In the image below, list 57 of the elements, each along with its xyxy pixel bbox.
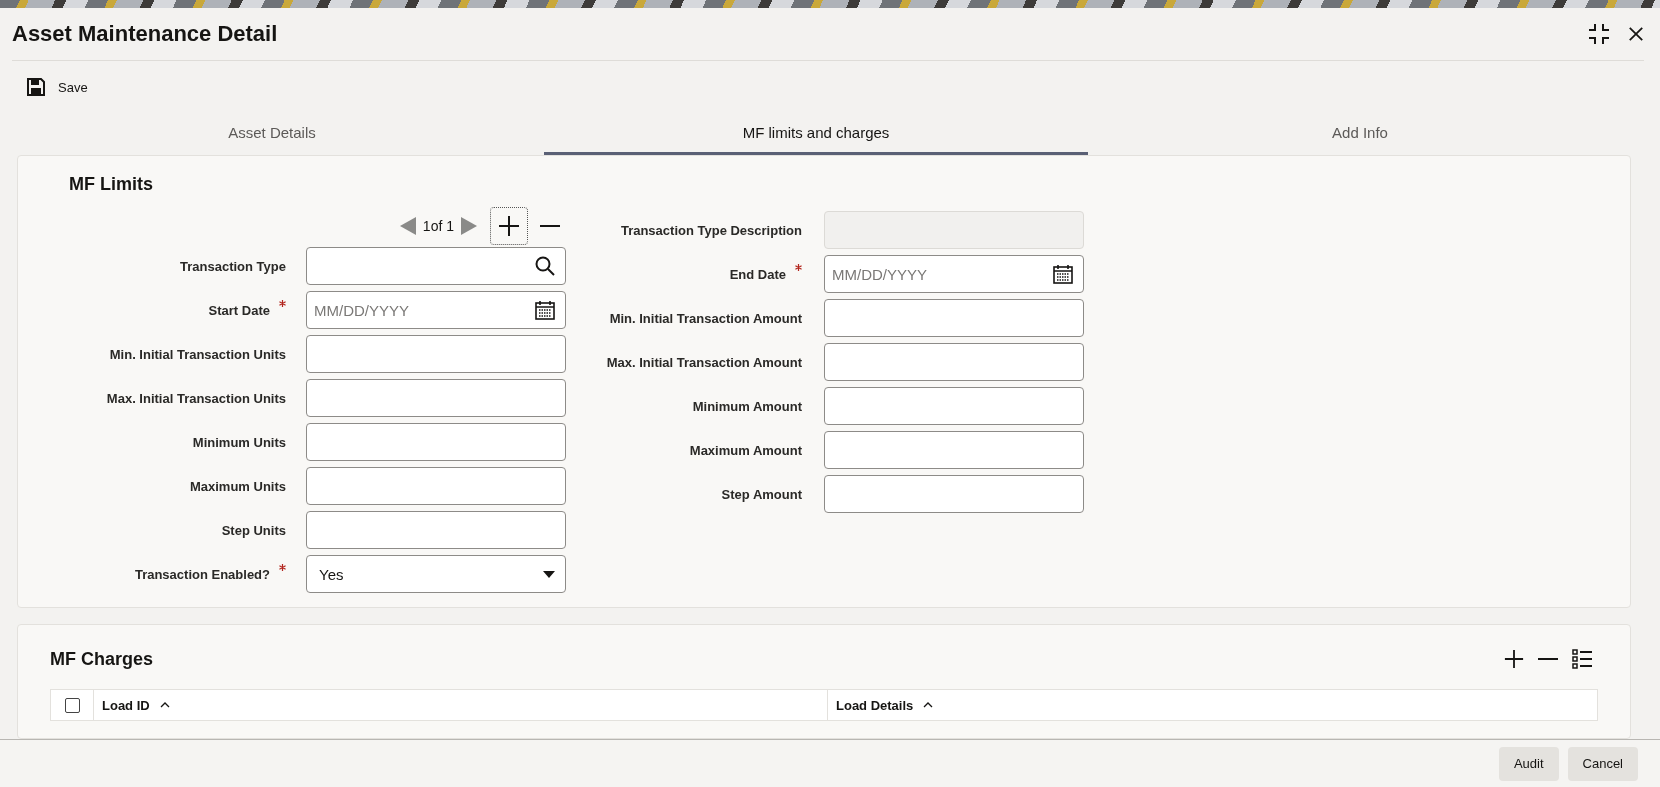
list-icon[interactable] (1572, 649, 1592, 669)
section-title: MF Limits (69, 174, 154, 195)
field-label: Max. Initial Transaction Units (106, 390, 286, 406)
minus-icon[interactable] (1538, 657, 1558, 661)
column-header[interactable]: Load Details (836, 697, 914, 713)
input-field[interactable] (306, 511, 566, 549)
search-icon[interactable] (535, 256, 555, 276)
input-field[interactable] (824, 299, 1084, 337)
footer-button[interactable]: Cancel (1567, 746, 1638, 781)
save-icon (26, 77, 46, 97)
page-counter: 1of 1 (422, 218, 454, 234)
field-label: Minimum Units (192, 434, 286, 450)
input-field[interactable] (306, 335, 566, 373)
field-label: Max. Initial Transaction Amount (606, 354, 802, 370)
input-field[interactable] (306, 379, 566, 417)
input-field[interactable] (306, 467, 566, 505)
field-label: Maximum Units (189, 478, 286, 494)
field-label: Start Date (208, 302, 270, 318)
select-all-checkbox[interactable] (64, 697, 80, 713)
next-icon[interactable] (460, 216, 478, 236)
previous-icon[interactable] (398, 216, 417, 236)
field-label: Transaction Type Description (620, 222, 802, 238)
field-label: Min. Initial Transaction Units (109, 346, 286, 362)
input-field[interactable] (824, 343, 1084, 381)
close-icon[interactable] (1628, 26, 1644, 42)
field-label: Min. Initial Transaction Amount (609, 310, 802, 326)
field-label: Step Units (221, 522, 286, 538)
input-field[interactable]: MM/DD/YYYY (824, 255, 1084, 293)
dropdown-caret-icon[interactable] (543, 570, 555, 578)
plus-icon (498, 215, 520, 237)
input-field[interactable] (306, 423, 566, 461)
save-button[interactable]: Save (22, 73, 92, 101)
footer-button[interactable]: Audit (1498, 746, 1559, 781)
column-header[interactable]: Load ID (102, 697, 150, 713)
field-label: End Date (729, 266, 786, 282)
input-field[interactable] (824, 475, 1084, 513)
input-field[interactable] (824, 387, 1084, 425)
sort-caret-icon[interactable] (923, 702, 934, 708)
input-field[interactable] (824, 431, 1084, 469)
sort-caret-icon[interactable] (159, 702, 170, 708)
calendar-icon[interactable] (535, 300, 555, 320)
field-label: Transaction Type (180, 258, 286, 274)
tab[interactable]: Asset Details (0, 113, 544, 155)
field-label: Transaction Enabled? (134, 566, 270, 582)
input-field[interactable]: MM/DD/YYYY (306, 291, 566, 329)
plus-icon[interactable] (1504, 649, 1524, 669)
window-title: Asset Maintenance Detail (12, 21, 278, 47)
input-field[interactable]: Yes (306, 555, 566, 593)
input-field[interactable] (306, 247, 566, 285)
field-label: Maximum Amount (689, 442, 802, 458)
calendar-icon[interactable] (1053, 264, 1073, 284)
collapse-icon[interactable] (1588, 23, 1610, 45)
field-label: Step Amount (721, 486, 802, 502)
tab[interactable]: Add Info (1088, 113, 1632, 155)
section-title: MF Charges (50, 648, 154, 670)
minus-icon[interactable] (540, 224, 560, 228)
field-label: Minimum Amount (692, 398, 802, 414)
